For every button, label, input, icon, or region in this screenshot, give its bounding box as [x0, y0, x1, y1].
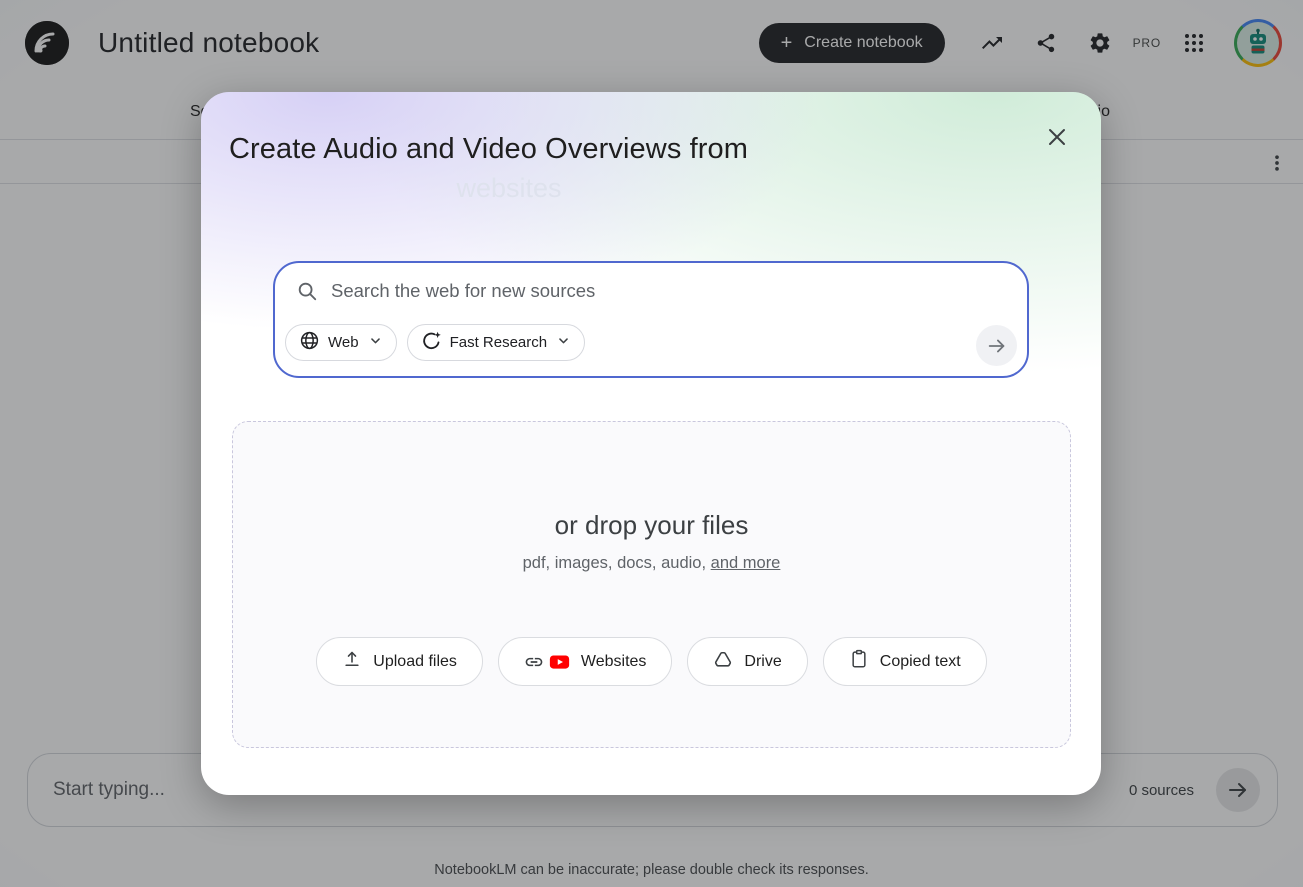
research-sparkle-icon — [421, 330, 442, 355]
research-mode-label: Fast Research — [450, 334, 548, 351]
clipboard-icon — [849, 649, 869, 674]
file-dropzone[interactable]: or drop your files pdf, images, docs, au… — [232, 421, 1071, 748]
and-more-link[interactable]: and more — [711, 554, 781, 572]
source-buttons-row: Upload files Websites — [233, 637, 1070, 686]
drive-label: Drive — [744, 653, 781, 671]
notebooklm-app: Untitled notebook + Create notebook PRO — [0, 0, 1303, 887]
modal-title-block: Create Audio and Video Overviews from we… — [229, 133, 789, 204]
source-type-label: Web — [328, 334, 359, 351]
chevron-down-icon — [367, 332, 384, 353]
source-type-dropdown[interactable]: Web — [285, 324, 397, 361]
dropzone-filetypes: pdf, images, docs, audio, — [523, 554, 706, 572]
search-input[interactable] — [331, 280, 1007, 302]
copied-text-label: Copied text — [880, 653, 961, 671]
websites-label: Websites — [581, 653, 647, 671]
modal-title: Create Audio and Video Overviews from — [229, 133, 789, 166]
dropzone-heading: or drop your files — [233, 510, 1070, 541]
search-submit-button[interactable] — [976, 325, 1017, 366]
search-icon — [296, 280, 318, 302]
drive-button[interactable]: Drive — [687, 637, 807, 686]
dropzone-subtext: pdf, images, docs, audio, and more — [233, 554, 1070, 573]
websites-button[interactable]: Websites — [498, 637, 673, 686]
research-mode-dropdown[interactable]: Fast Research — [407, 324, 586, 361]
search-filter-chips: Web Fast Research — [285, 324, 585, 361]
search-row — [275, 263, 1027, 302]
link-youtube-icon — [524, 652, 570, 672]
drive-icon — [713, 649, 733, 674]
add-sources-modal: Create Audio and Video Overviews from we… — [201, 92, 1101, 795]
modal-title-rotating-word: websites — [229, 173, 789, 204]
upload-icon — [342, 649, 362, 674]
globe-icon — [299, 330, 320, 355]
close-icon[interactable] — [1043, 123, 1071, 151]
web-search-box: Web Fast Research — [273, 261, 1029, 378]
copied-text-button[interactable]: Copied text — [823, 637, 987, 686]
youtube-icon — [549, 654, 570, 670]
chevron-down-icon — [555, 332, 572, 353]
upload-files-label: Upload files — [373, 653, 457, 671]
upload-files-button[interactable]: Upload files — [316, 637, 483, 686]
